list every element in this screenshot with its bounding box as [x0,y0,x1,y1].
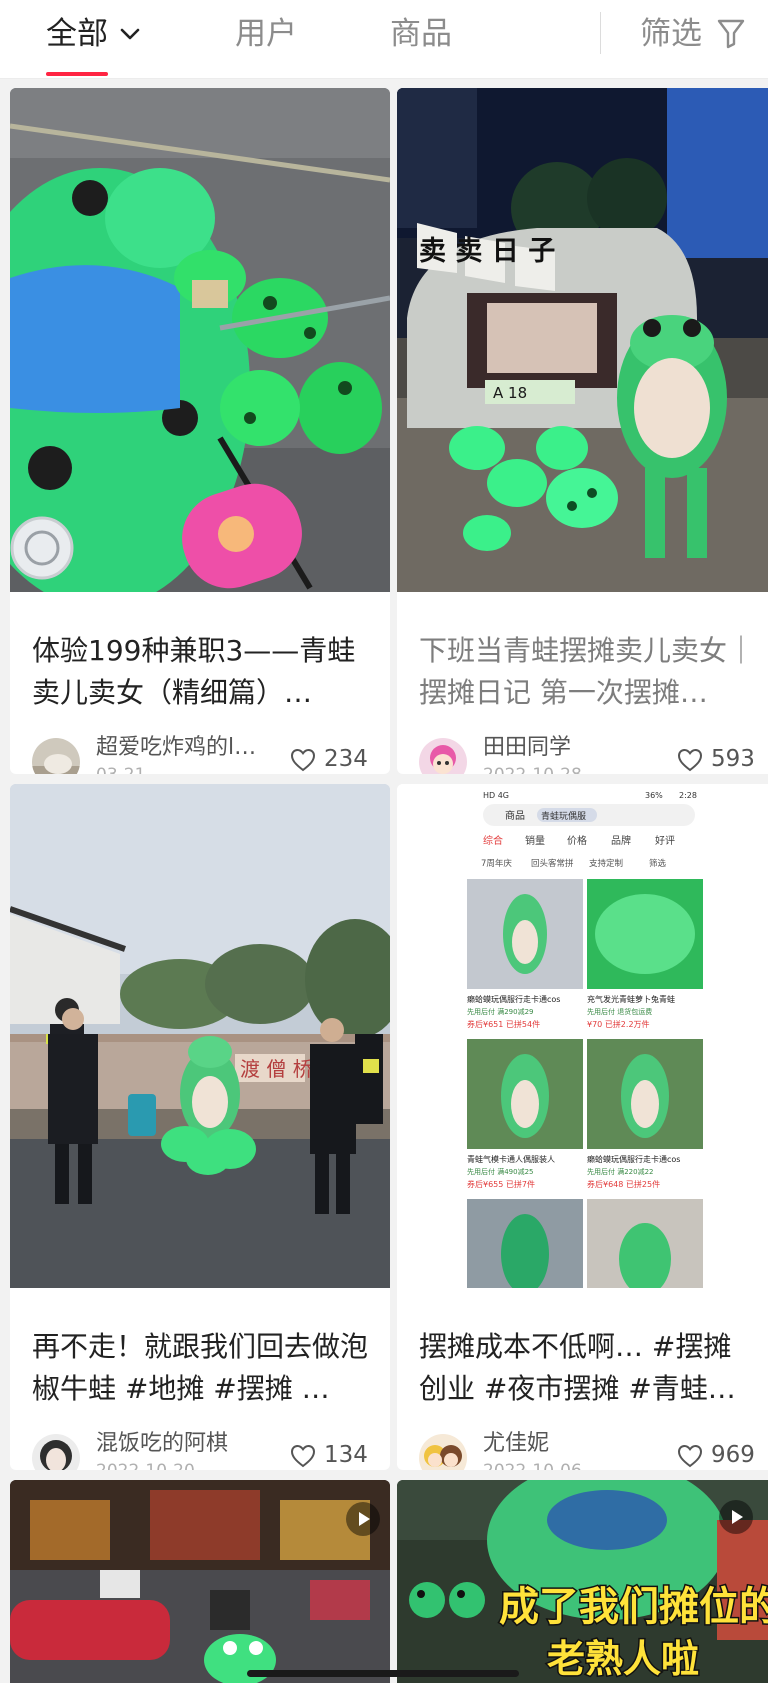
post-date: 2022-10-28 [483,764,582,774]
product-name: 癞蛤蟆玩偶服行走卡通cos [467,994,560,1004]
note-card[interactable]: HD 4G 36% 2:28 商品 青蛙玩偶服 综合 销量 价格 品牌 好评 7… [397,784,768,1470]
tab-goods[interactable]: 商品 [390,14,452,54]
note-cover-image[interactable]: 渡 僧 桥 [10,784,390,1288]
video-cover-image[interactable]: 成了我们摊位的 老熟人啦 [397,1480,768,1683]
product-tags: 先用后付 满220减22 [587,1167,654,1176]
heart-icon[interactable] [290,1444,316,1468]
play-icon[interactable] [346,1502,380,1536]
product-name: 青蛙气模卡通人偶服装人 [467,1154,555,1164]
product-tags: 先用后付 满490减25 [467,1167,534,1176]
product-price: 券后¥655 已拼7件 [467,1179,535,1189]
home-indicator[interactable] [247,1670,519,1677]
svg-text:7周年庆: 7周年庆 [481,858,512,869]
svg-text:支持定制: 支持定制 [589,858,623,869]
banner-text: 卖 卖 日 子 [419,236,555,267]
svg-text:销量: 销量 [525,834,545,847]
status-network: HD 4G [483,791,509,800]
search-chip: 青蛙玩偶服 [541,810,586,822]
note-card[interactable]: 渡 僧 桥 再不走！就跟我们回去做泡椒牛蛙 #地摊 #摆摊 … 混饭吃的阿棋 1… [10,784,390,1470]
note-cover-image[interactable] [10,88,390,592]
video-caption-line2: 老熟人啦 [547,1637,699,1681]
product-price: ¥70 已拼2.2万件 [587,1019,650,1029]
svg-text:价格: 价格 [567,834,587,847]
note-card[interactable]: 成了我们摊位的 老熟人啦 [397,1480,768,1683]
svg-text:品牌: 品牌 [611,834,631,847]
note-title[interactable]: 再不走！就跟我们回去做泡椒牛蛙 #地摊 #摆摊 … [32,1326,372,1410]
video-cover-image[interactable] [10,1480,390,1683]
active-tab-indicator [46,72,108,76]
like-count: 969 [711,1442,755,1468]
author-name[interactable]: 尤佳妮 [483,1430,663,1458]
tab-all[interactable]: 全部 [46,14,108,54]
play-icon[interactable] [719,1500,753,1534]
product-name: 充气发光青蛙萝卜兔青蛙 [587,994,675,1004]
top-tab-bar: 全部 用户 商品 筛选 [0,0,768,79]
author-avatar[interactable] [419,738,467,774]
product-name: 癞蛤蟆玩偶服行走卡通cos [587,1154,680,1164]
note-title[interactable]: 下班当青蛙摆摊卖儿卖女｜摆摊日记 第一次摆摊… [419,630,759,714]
post-date: 2022-10-06 [483,1460,582,1470]
product-price: 券后¥651 已拼54件 [467,1019,540,1029]
heart-icon[interactable] [290,748,316,772]
svg-text:好评: 好评 [655,835,675,847]
bridge-sign: 渡 僧 桥 [240,1057,313,1081]
svg-text:综合: 综合 [483,834,503,847]
svg-text:筛选: 筛选 [649,858,667,869]
video-caption-line1: 成了我们摊位的 [499,1584,768,1630]
product-tags: 先用后付 满290减29 [467,1007,534,1016]
post-date: 03-21 [96,764,145,774]
status-battery: 36% [645,791,663,800]
note-card[interactable] [10,1480,390,1683]
note-title[interactable]: 摆摊成本不低啊… #摆摊创业 #夜市摆摊 #青蛙… [419,1326,759,1410]
note-card[interactable]: 体验199种兼职3——青蛙卖儿卖女（精细篇）… 超爱吃炸鸡的l… 03-21 2… [10,88,390,774]
author-name[interactable]: 混饭吃的阿棋 [96,1430,276,1458]
license-plate: A 18 [493,384,527,402]
tab-user[interactable]: 用户 [235,14,297,54]
author-avatar[interactable] [32,738,80,774]
chevron-down-icon[interactable] [118,22,142,46]
divider [600,12,601,54]
like-count: 134 [324,1442,368,1468]
author-name[interactable]: 田田同学 [483,734,663,762]
search-scope: 商品 [505,809,525,822]
note-cover-image[interactable]: HD 4G 36% 2:28 商品 青蛙玩偶服 综合 销量 价格 品牌 好评 7… [397,784,768,1288]
filter-button[interactable]: 筛选 [640,14,702,54]
note-cover-image[interactable]: A 18 卖 卖 日 子 [397,88,768,592]
product-tags: 先用后付 退货包运费 [587,1007,652,1016]
author-avatar[interactable] [419,1434,467,1470]
status-time: 2:28 [679,791,697,800]
heart-icon[interactable] [677,1444,703,1468]
heart-icon[interactable] [677,748,703,772]
author-avatar[interactable] [32,1434,80,1470]
product-price: 券后¥648 已拼25件 [587,1179,660,1189]
note-title[interactable]: 体验199种兼职3——青蛙卖儿卖女（精细篇）… [32,630,372,714]
note-card[interactable]: A 18 卖 卖 日 子 下班当青蛙摆摊卖儿卖女｜摆摊日记 第一次摆摊… 田田同… [397,88,768,774]
filter-funnel-icon[interactable] [716,17,746,49]
svg-text:回头客常拼: 回头客常拼 [531,858,574,869]
post-date: 2022-10-20 [96,1460,195,1470]
like-count: 593 [711,746,755,772]
author-name[interactable]: 超爱吃炸鸡的l… [96,734,276,762]
like-count: 234 [324,746,368,772]
